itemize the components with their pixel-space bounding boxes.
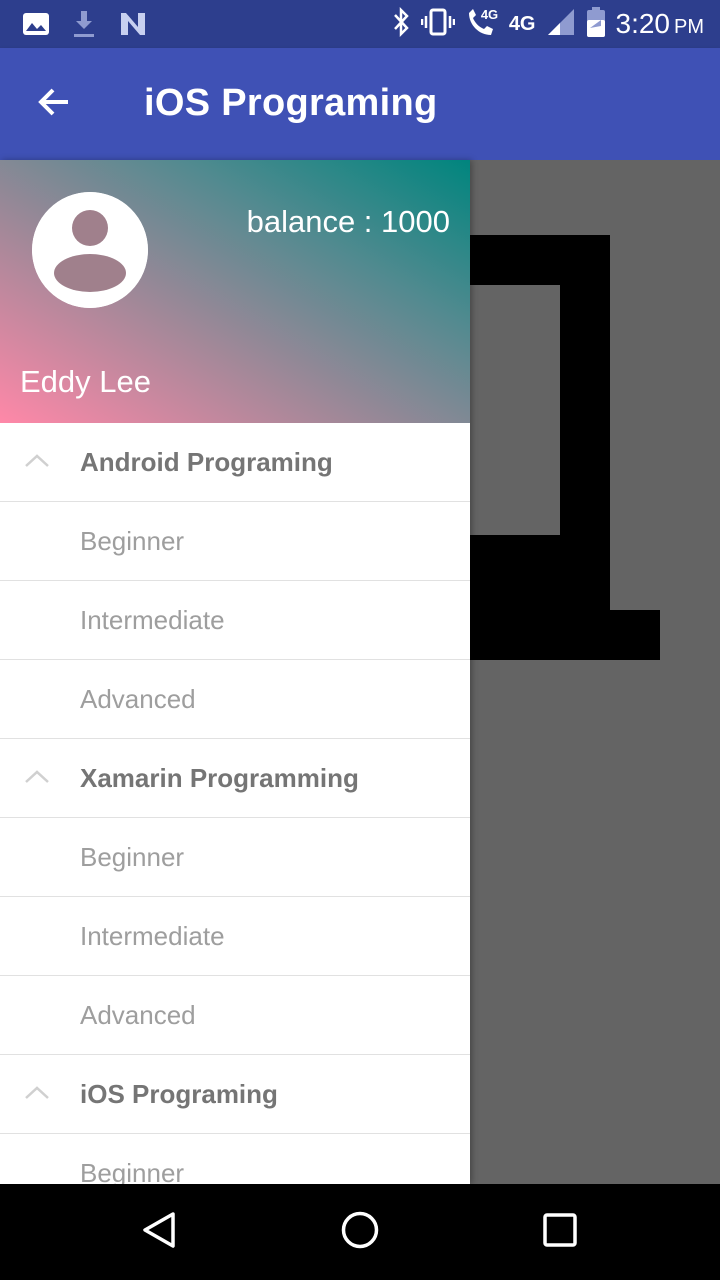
- menu-item-label: Intermediate: [80, 920, 225, 951]
- volte-call-icon: 4G: [465, 7, 499, 42]
- battery-icon: [586, 6, 606, 43]
- menu-item-android-intermediate[interactable]: Intermediate: [0, 581, 470, 660]
- image-icon: [22, 12, 50, 41]
- network-type: 4G: [508, 12, 536, 35]
- menu-group-label: Android Programing: [80, 446, 333, 477]
- chevron-up-icon: [22, 447, 52, 477]
- menu-group-label: Xamarin Programming: [80, 762, 359, 793]
- page-title: iOS Programing: [144, 82, 438, 124]
- navigation-drawer: balance : 1000 Eddy Lee Android Programi…: [0, 160, 470, 1184]
- nav-home-button[interactable]: [320, 1202, 400, 1262]
- menu-group-xamarin[interactable]: Xamarin Programming: [0, 739, 470, 818]
- menu-item-ios-beginner[interactable]: Beginner: [0, 1134, 470, 1185]
- nav-recents-button[interactable]: [520, 1202, 600, 1262]
- network-label-small: 4G: [480, 6, 499, 22]
- notification-n-icon: [118, 11, 148, 42]
- bluetooth-icon: [391, 6, 411, 42]
- avatar[interactable]: [32, 192, 148, 308]
- recents-square-icon: [540, 1210, 580, 1255]
- signal-icon: [546, 7, 576, 42]
- arrow-back-icon: [36, 84, 72, 125]
- balance-text: balance : 1000: [246, 204, 450, 239]
- nav-back-button[interactable]: [120, 1202, 200, 1262]
- menu-group-label: iOS Programing: [80, 1078, 278, 1109]
- status-bar: 4G 4G 3:20 PM: [0, 0, 720, 48]
- user-name: Eddy Lee: [20, 364, 151, 399]
- back-triangle-icon: [140, 1210, 180, 1255]
- chevron-up-icon: [22, 1079, 52, 1109]
- menu-group-ios[interactable]: iOS Programing: [0, 1055, 470, 1134]
- menu-item-android-beginner[interactable]: Beginner: [0, 502, 470, 581]
- chevron-up-icon: [22, 763, 52, 793]
- home-circle-icon: [340, 1210, 380, 1255]
- clock: 3:20 PM: [615, 8, 705, 39]
- menu-item-xamarin-advanced[interactable]: Advanced: [0, 976, 470, 1055]
- expandable-menu: Android Programing Beginner Intermediate…: [0, 423, 470, 1184]
- drawer-header: balance : 1000 Eddy Lee: [0, 160, 470, 423]
- background-shape-bottom: [470, 610, 660, 660]
- vibrate-icon: [420, 8, 456, 41]
- menu-item-label: Intermediate: [80, 604, 225, 635]
- menu-item-label: Beginner: [80, 1157, 185, 1185]
- menu-item-android-advanced[interactable]: Advanced: [0, 660, 470, 739]
- back-button[interactable]: [24, 74, 84, 134]
- menu-item-xamarin-intermediate[interactable]: Intermediate: [0, 897, 470, 976]
- account-circle-icon: [32, 192, 148, 308]
- app-bar: iOS Programing: [0, 48, 720, 160]
- menu-item-label: Beginner: [80, 841, 185, 872]
- menu-item-xamarin-beginner[interactable]: Beginner: [0, 818, 470, 897]
- menu-item-label: Beginner: [80, 525, 185, 556]
- menu-item-label: Advanced: [80, 683, 196, 714]
- menu-group-android[interactable]: Android Programing: [0, 423, 470, 502]
- menu-item-label: Advanced: [80, 999, 196, 1030]
- system-nav-bar: [0, 1184, 720, 1280]
- download-icon: [72, 10, 96, 43]
